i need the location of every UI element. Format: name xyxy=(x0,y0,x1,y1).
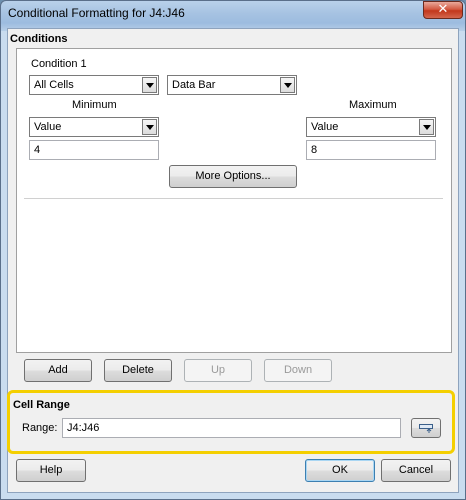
condition-type-value: Data Bar xyxy=(172,79,216,91)
minimum-value-text: 4 xyxy=(34,144,41,156)
close-icon: ✕ xyxy=(437,2,449,17)
chevron-down-icon[interactable] xyxy=(280,77,295,93)
add-button[interactable]: Add xyxy=(24,359,92,382)
maximum-value-field[interactable]: 8 xyxy=(306,140,436,160)
cell-range-heading: Cell Range xyxy=(13,399,70,411)
maximum-label: Maximum xyxy=(349,99,397,111)
condition-separator xyxy=(24,198,443,199)
condition-title: Condition 1 xyxy=(31,58,87,70)
maximum-kind-value: Value xyxy=(311,121,339,133)
down-button[interactable]: Down xyxy=(264,359,332,382)
range-value: J4:J46 xyxy=(67,422,100,434)
maximum-kind-combo[interactable]: Value xyxy=(306,117,436,137)
ok-button[interactable]: OK xyxy=(305,459,375,482)
minimum-value-field[interactable]: 4 xyxy=(29,140,159,160)
chevron-down-icon[interactable] xyxy=(142,77,157,93)
range-input[interactable]: J4:J46 xyxy=(62,418,401,438)
applies-to-value: All Cells xyxy=(34,79,74,91)
condition-type-combo[interactable]: Data Bar xyxy=(167,75,297,95)
shrink-range-button[interactable] xyxy=(411,418,441,438)
conditions-heading: Conditions xyxy=(10,33,68,45)
range-label: Range: xyxy=(22,422,58,434)
delete-button[interactable]: Delete xyxy=(104,359,172,382)
cancel-button[interactable]: Cancel xyxy=(381,459,451,482)
up-button[interactable]: Up xyxy=(184,359,252,382)
shrink-range-icon xyxy=(419,424,433,433)
help-button[interactable]: Help xyxy=(16,459,86,482)
minimum-kind-combo[interactable]: Value xyxy=(29,117,159,137)
more-options-button[interactable]: More Options... xyxy=(169,165,297,188)
window-title: Conditional Formatting for J4:J46 xyxy=(8,6,185,20)
chevron-down-icon[interactable] xyxy=(142,119,157,135)
close-button[interactable]: ✕ xyxy=(423,1,463,19)
applies-to-combo[interactable]: All Cells xyxy=(29,75,159,95)
minimum-kind-value: Value xyxy=(34,121,62,133)
maximum-value-text: 8 xyxy=(311,144,318,156)
chevron-down-icon[interactable] xyxy=(419,119,434,135)
minimum-label: Minimum xyxy=(72,99,117,111)
